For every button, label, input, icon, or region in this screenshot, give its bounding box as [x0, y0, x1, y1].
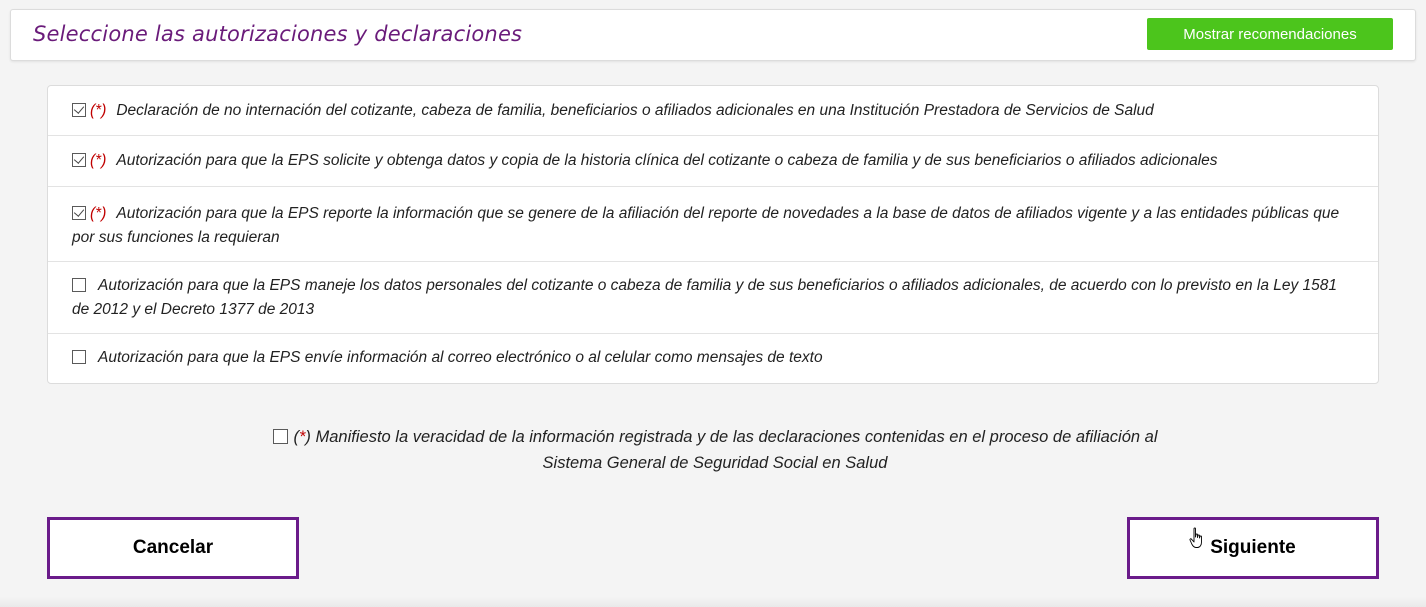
item-checkbox[interactable]	[72, 206, 86, 220]
required-marker: (*)	[293, 428, 311, 446]
list-item: Autorización para que la EPS maneje los …	[48, 262, 1378, 334]
section-header: Seleccione las autorizaciones y declarac…	[10, 9, 1416, 61]
item-checkbox[interactable]	[72, 278, 86, 292]
final-declaration: (*) Manifiesto la veracidad de la inform…	[245, 424, 1185, 476]
section-title: Seleccione las autorizaciones y declarac…	[33, 22, 523, 46]
list-item: (*) Autorización para que la EPS solicite…	[48, 136, 1378, 187]
hand-cursor-icon	[1189, 527, 1202, 548]
required-marker: (*)	[90, 152, 107, 169]
item-label: Autorización para que la EPS envíe infor…	[98, 349, 823, 366]
show-recommendations-button[interactable]: Mostrar recomendaciones	[1147, 18, 1393, 50]
authorizations-list: (*) Declaración de no internación del cot…	[47, 85, 1379, 384]
item-label: Autorización para que la EPS reporte la …	[72, 205, 1340, 246]
list-item: Autorización para que la EPS envíe infor…	[48, 334, 1378, 383]
item-label: Autorización para que la EPS maneje los …	[72, 277, 1338, 318]
bottom-strip	[0, 597, 1426, 607]
cancel-button[interactable]: Cancelar	[47, 517, 299, 579]
item-checkbox[interactable]	[72, 350, 86, 364]
required-marker: (*)	[90, 102, 107, 119]
item-label: Autorización para que la EPS solicite y …	[116, 152, 1218, 169]
final-declaration-checkbox[interactable]	[272, 429, 288, 444]
item-label: Declaración de no internación del cotiza…	[116, 102, 1154, 119]
list-item: (*) Declaración de no internación del cot…	[48, 86, 1378, 136]
next-button[interactable]: Siguiente	[1127, 517, 1379, 579]
final-declaration-label: Manifiesto la veracidad de la informació…	[315, 428, 1158, 472]
required-marker: (*)	[90, 205, 107, 222]
list-item: (*) Autorización para que la EPS reporte …	[48, 187, 1378, 262]
item-checkbox[interactable]	[72, 103, 86, 117]
item-checkbox[interactable]	[72, 153, 86, 167]
